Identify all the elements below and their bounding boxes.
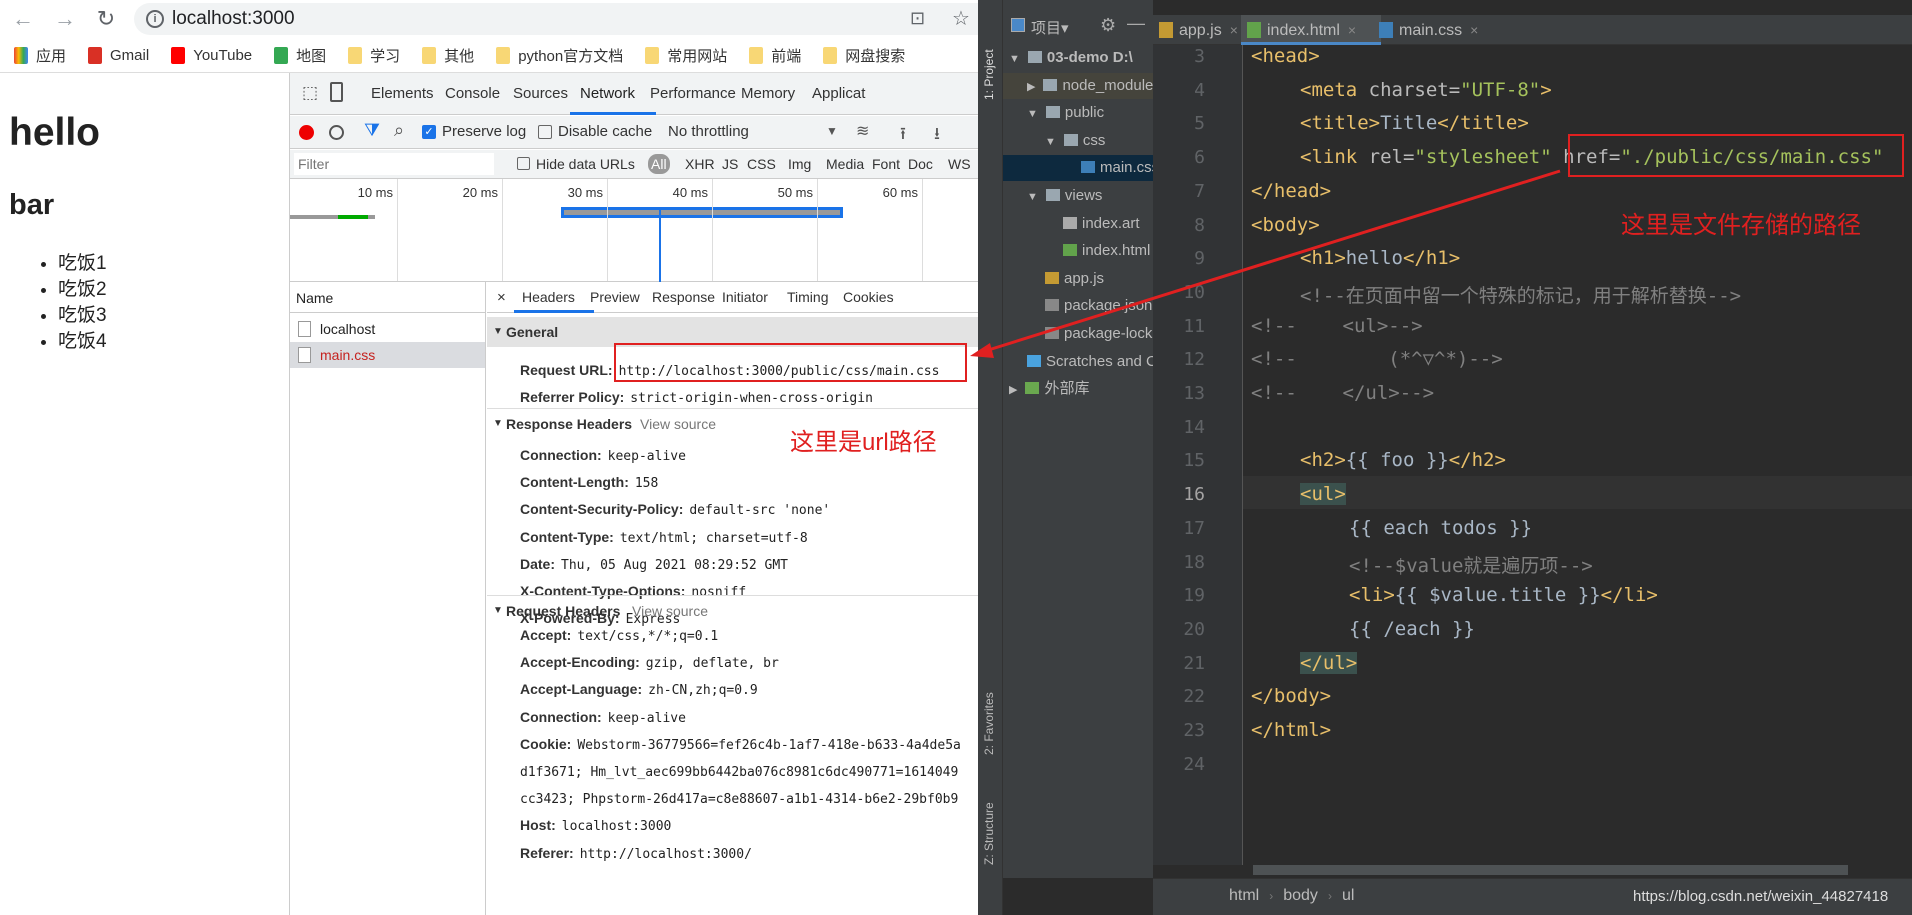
- file-path-note: 这里是文件存储的路径: [1621, 212, 1861, 239]
- url-path-note: 这里是url路径: [790, 429, 937, 456]
- arrow-head: [970, 343, 994, 358]
- annotation-arrow: [970, 169, 1561, 358]
- arrow-line: [981, 169, 1561, 354]
